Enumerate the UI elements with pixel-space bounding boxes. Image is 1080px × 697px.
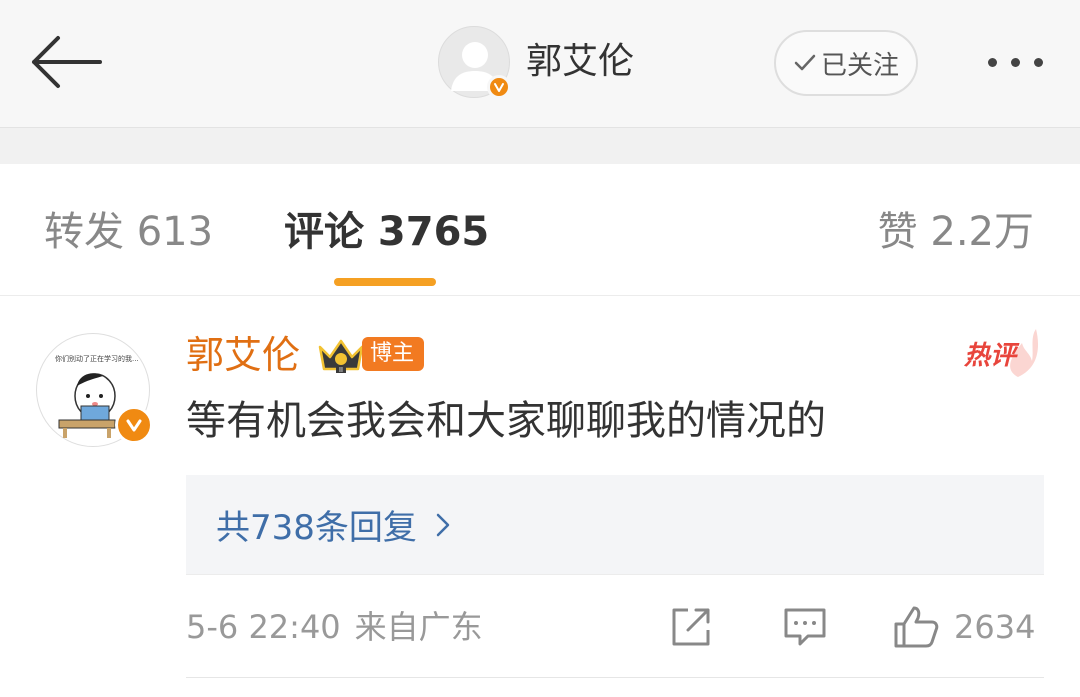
active-tab-indicator — [334, 278, 436, 286]
like-button[interactable]: 2634 — [892, 603, 1035, 651]
like-count: 2634 — [954, 608, 1036, 646]
reply-icon — [784, 608, 826, 646]
blogger-badge: 博主 — [362, 337, 425, 371]
reply-button[interactable] — [782, 603, 828, 651]
comment-item: 你们别动了正在学习的我... 郭艾伦 II 博主 热评 等有机会我会和大家聊聊我… — [0, 297, 1080, 697]
top-bar: 郭艾伦 已关注 — [0, 0, 1080, 128]
thumbs-up-icon — [894, 606, 939, 648]
dot — [987, 57, 997, 67]
comment-divider — [186, 677, 1044, 678]
replies-count-label: 共738条回复 — [216, 508, 417, 548]
chevron-right-icon — [436, 513, 450, 536]
comment-meta: 5-6 22:40 来自广东 — [186, 605, 483, 649]
svg-text:II: II — [339, 367, 343, 374]
view-replies-button[interactable]: 共738条回复 — [186, 475, 1044, 575]
comment-time: 5-6 22:40 — [186, 608, 341, 646]
dot — [1033, 57, 1043, 67]
verified-badge — [115, 406, 153, 444]
header-avatar[interactable] — [438, 26, 511, 99]
tab-comments[interactable]: 评论 3765 — [284, 206, 489, 258]
check-icon — [794, 54, 816, 71]
tab-likes[interactable]: 赞 2.2万 — [878, 206, 1034, 258]
dot — [1010, 57, 1020, 67]
section-divider — [0, 128, 1080, 164]
back-button[interactable] — [24, 30, 108, 94]
share-button[interactable] — [668, 603, 714, 651]
header-username[interactable]: 郭艾伦 — [526, 40, 634, 84]
more-dots-icon[interactable] — [970, 42, 1060, 82]
hot-comment-tag: 热评 — [960, 325, 1040, 381]
engagement-tabs: 转发 613 评论 3765 赞 2.2万 — [0, 164, 1080, 296]
comment-text: 等有机会我会和大家聊聊我的情况的 — [186, 398, 826, 444]
comment-location: 来自广东 — [354, 608, 483, 646]
crown-icon: II — [318, 339, 364, 374]
share-icon — [672, 608, 710, 646]
back-arrow-icon — [32, 36, 102, 88]
following-button[interactable]: 已关注 — [774, 30, 918, 96]
hot-tag-label: 热评 — [964, 341, 1017, 371]
avatar-caption: 你们别动了正在学习的我... — [55, 355, 139, 363]
commenter-name[interactable]: 郭艾伦 — [186, 331, 300, 379]
verified-v-icon — [126, 419, 142, 432]
verified-v-icon — [494, 83, 504, 92]
verified-badge — [487, 75, 511, 99]
tab-reposts[interactable]: 转发 613 — [44, 206, 213, 258]
commenter-avatar[interactable]: 你们别动了正在学习的我... — [36, 333, 153, 447]
following-label: 已关注 — [820, 50, 899, 81]
